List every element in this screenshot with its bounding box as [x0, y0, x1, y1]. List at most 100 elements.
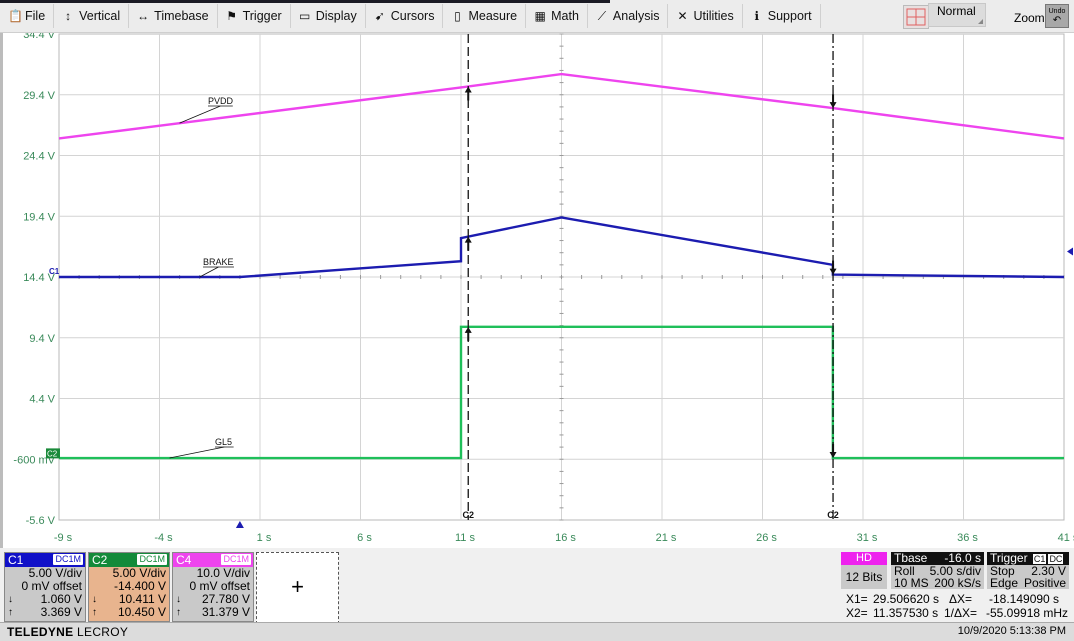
- measure-icon: ▯: [454, 9, 461, 23]
- x-tick-label: 36 s: [957, 532, 978, 544]
- menu-vertical[interactable]: ↕ Vertical: [54, 4, 130, 28]
- date-time: 10/9/2020 5:13:38 PM: [957, 625, 1066, 637]
- hd-badge[interactable]: HD 12 Bits: [841, 552, 887, 589]
- trigger-time-marker-icon: [235, 521, 244, 528]
- grid-layout-button[interactable]: [903, 5, 929, 29]
- cursor-up-value: 31.379 V: [201, 605, 250, 619]
- x-tick-label: -4 s: [154, 532, 173, 544]
- menu-analysis[interactable]: ⟋ Analysis: [588, 4, 669, 28]
- cursor-arrow-down-icon: [829, 94, 837, 109]
- undo-zoom-button[interactable]: Undo ↶: [1045, 4, 1069, 28]
- plus-icon: +: [291, 574, 304, 599]
- arrow-down-icon: ↓: [92, 594, 97, 605]
- y-tick-label: -5.6 V: [26, 515, 56, 527]
- x-tick-label: 31 s: [857, 532, 878, 544]
- menu-display[interactable]: ▭ Display: [291, 4, 366, 28]
- menu-label: Display: [315, 9, 357, 23]
- trigger-descriptor[interactable]: Trigger C1 DC Stop 2.30 V Edge Positive: [987, 552, 1069, 589]
- brand-rest: LECROY: [73, 625, 129, 639]
- trigger-slope: Positive: [1023, 576, 1066, 590]
- display-mode-select[interactable]: Normal: [928, 3, 986, 27]
- arrow-up-icon: ↑: [176, 607, 181, 618]
- vertical-arrows-icon: ↕: [65, 9, 72, 23]
- tools-icon: ✕: [677, 9, 688, 23]
- cursor-down-value: 1.060 V: [40, 592, 82, 606]
- menu-trigger[interactable]: ⚑ Trigger: [218, 4, 291, 28]
- x-tick-label: 41 s: [1058, 532, 1074, 544]
- cursor-up-value: 3.369 V: [40, 605, 82, 619]
- menu-support[interactable]: ℹ Support: [743, 4, 821, 28]
- menu-timebase[interactable]: ↔ Timebase: [129, 4, 218, 28]
- menu-file[interactable]: 📋 File: [0, 4, 55, 28]
- cursor-label: C2: [462, 510, 474, 520]
- brand-bold: TELEDYNE: [7, 625, 74, 639]
- cursor-arrow-up-icon: [464, 236, 472, 251]
- cursor-arrow-down-icon: [829, 260, 837, 275]
- coupling-badge: DC1M: [53, 554, 83, 565]
- channel-marker-label: C2: [47, 449, 58, 458]
- clipboard-icon: 📋: [8, 9, 23, 23]
- cursor-arrow-up-icon: [464, 86, 472, 101]
- add-channel-button[interactable]: +: [256, 552, 339, 624]
- y-tick-label: 19.4 V: [23, 211, 55, 223]
- menu-utilities[interactable]: ✕ Utilities: [668, 4, 743, 28]
- bits-value: 12 Bits: [841, 565, 887, 589]
- y-tick-label: 4.4 V: [29, 394, 55, 406]
- display-icon: ▭: [299, 9, 311, 23]
- main-menu: 📋 File ↕ Vertical ↔ Timebase ⚑ Trigger ▭ Display ➹…: [0, 0, 821, 32]
- sample-rate: 200 kS/s: [934, 576, 981, 590]
- brand-logo: TELEDYNE LECROY: [7, 625, 128, 639]
- menu-math[interactable]: ▦ Math: [526, 4, 588, 28]
- channel-descriptor-c2[interactable]: C2 DC1M 5.00 V/div -14.400 V ↓ 10.411 V ↑ 1…: [88, 552, 170, 622]
- dx-label: ΔX=: [949, 592, 973, 606]
- cursor-arrow-up-icon: [464, 326, 472, 341]
- x-tick-label: 11 s: [455, 532, 475, 544]
- menu-cursors[interactable]: ➹ Cursors: [366, 4, 444, 28]
- menu-label: Timebase: [154, 9, 209, 23]
- grid-icon: [906, 8, 926, 26]
- chart-icon: ⟋: [597, 8, 607, 23]
- cursor-down-value: 10.411 V: [118, 592, 166, 606]
- x2-value: 11.357530 s: [873, 606, 939, 620]
- cursor-arrow-down-icon: [829, 444, 837, 459]
- x-tick-label: 26 s: [756, 532, 777, 544]
- dropdown-corner-icon: [978, 19, 983, 24]
- menu-label: Analysis: [612, 9, 660, 23]
- inv-dx-label: 1/ΔX=: [944, 606, 978, 620]
- y-tick-label: 34.4 V: [23, 33, 55, 41]
- tbase-label: Tbase: [894, 551, 928, 565]
- x-tick-label: -9 s: [54, 532, 73, 544]
- menu-label: Measure: [468, 9, 518, 23]
- menu-label: Math: [551, 9, 579, 23]
- channel-id: C4: [176, 553, 192, 567]
- coupling-badge: DC1M: [137, 554, 167, 565]
- arrow-up-icon: ↑: [8, 607, 13, 618]
- dx-value: -18.149090 s: [989, 592, 1060, 606]
- trace-label-pvdd: PVDD: [208, 96, 234, 106]
- undo-icon: ↶: [1052, 15, 1062, 26]
- menu-label: Support: [767, 9, 812, 23]
- waveform-plot[interactable]: 34.4 V29.4 V24.4 V19.4 V14.4 V9.4 V4.4 V…: [3, 29, 1074, 548]
- channel-descriptor-c4[interactable]: C4 DC1M 10.0 V/div 0 mV offset ↓ 27.780 V …: [172, 552, 254, 622]
- menu-label: File: [25, 9, 46, 23]
- display-mode-value: Normal: [937, 4, 976, 18]
- cursor-label: C2: [827, 510, 839, 520]
- y-tick-label: 24.4 V: [23, 151, 55, 163]
- x2-label: X2=: [846, 606, 868, 620]
- trigger-label: Trigger: [990, 551, 1028, 565]
- zoom-label: Zoom: [1014, 11, 1045, 25]
- menu-label: Utilities: [693, 9, 734, 23]
- menu-label: Cursors: [390, 9, 435, 23]
- cursor-icon: ➹: [374, 9, 385, 23]
- y-tick-label: 29.4 V: [23, 90, 55, 102]
- trigger-type: Edge: [990, 576, 1019, 590]
- menu-measure[interactable]: ▯ Measure: [443, 4, 527, 28]
- cursor-down-value: 27.780 V: [201, 592, 250, 606]
- trace-label-leader: [199, 266, 219, 278]
- trace-label-gl5: GL5: [215, 437, 232, 447]
- menu-bar: 📋 File ↕ Vertical ↔ Timebase ⚑ Trigger ▭ Display ➹…: [0, 0, 1074, 33]
- horizontal-arrows-icon: ↔: [137, 9, 150, 23]
- channel-descriptor-c1[interactable]: C1 DC1M 5.00 V/div 0 mV offset ↓ 1.060 V ↑…: [4, 552, 86, 622]
- trigger-level-marker-icon: [1067, 247, 1073, 256]
- timebase-descriptor[interactable]: Tbase -16.0 s Roll 5.00 s/div 10 MS 200 kS/…: [891, 552, 984, 589]
